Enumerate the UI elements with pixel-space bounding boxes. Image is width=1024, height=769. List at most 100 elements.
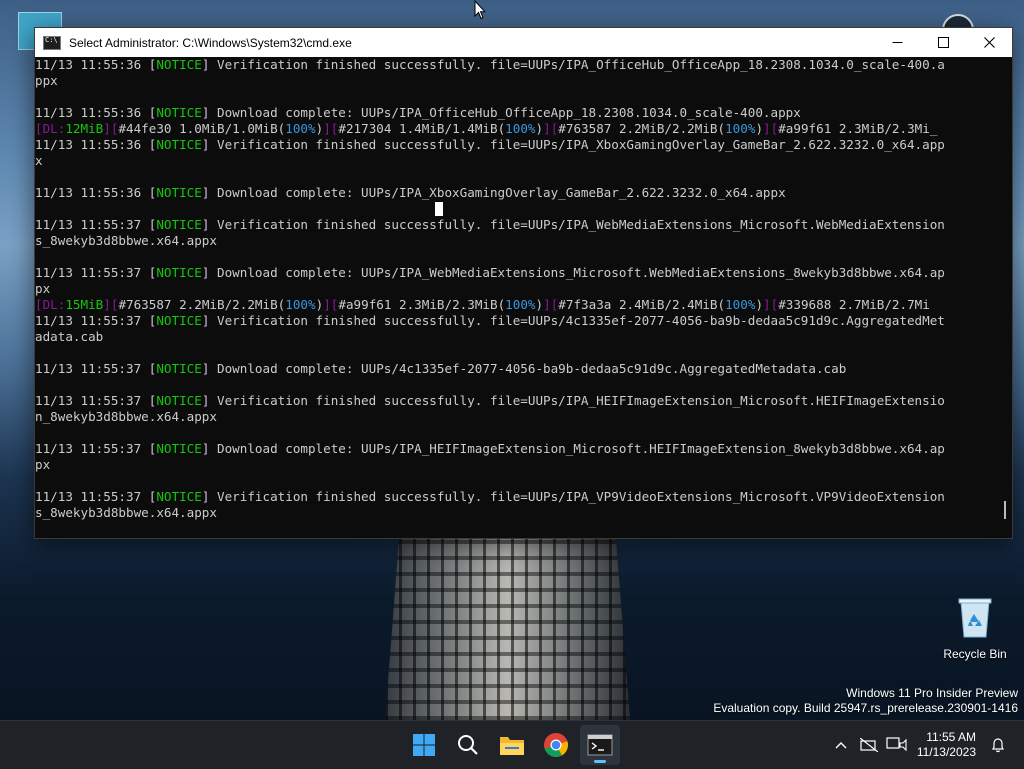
- console-line: px: [35, 281, 1012, 297]
- clock-date: 11/13/2023: [916, 745, 976, 759]
- console-text: #763587 2.2MiB/2.2MiB(: [118, 297, 286, 312]
- console-text: adata.cab: [35, 329, 104, 344]
- console-text: #a99f61 2.3MiB/2.3Mi_: [778, 121, 938, 136]
- console-text: NOTICE: [156, 137, 202, 152]
- console-text: px: [35, 281, 51, 296]
- window-controls: [874, 28, 1012, 57]
- console-text: ][: [323, 297, 339, 312]
- console-text: 11/13 11:55:37 [: [35, 441, 157, 456]
- console-text: NOTICE: [156, 441, 202, 456]
- title-bar[interactable]: Select Administrator: C:\Windows\System3…: [35, 28, 1012, 57]
- console-text: NOTICE: [156, 105, 202, 120]
- network-button[interactable]: [855, 731, 883, 759]
- show-hidden-icons-button[interactable]: [827, 731, 855, 759]
- console-text: 100%: [285, 297, 316, 312]
- console-line: 11/13 11:55:37 [NOTICE] Verification fin…: [35, 217, 1012, 233]
- watermark-build: Evaluation copy. Build 25947.rs_prerelea…: [713, 701, 1018, 715]
- cmd-window[interactable]: Select Administrator: C:\Windows\System3…: [34, 27, 1013, 539]
- console-line: 11/13 11:55:37 [NOTICE] Verification fin…: [35, 489, 1012, 505]
- console-text: ][: [543, 121, 559, 136]
- console-line: ppx: [35, 73, 1012, 89]
- terminal-button[interactable]: [580, 725, 620, 765]
- watermark-edition: Windows 11 Pro Insider Preview: [846, 686, 1018, 700]
- console-text: NOTICE: [156, 393, 202, 408]
- chrome-button[interactable]: [536, 725, 576, 765]
- search-button[interactable]: [448, 725, 488, 765]
- console-line: 11/13 11:55:37 [NOTICE] Download complet…: [35, 441, 1012, 457]
- console-text: NOTICE: [156, 361, 202, 376]
- console-output[interactable]: 11/13 11:55:36 [NOTICE] Verification fin…: [35, 57, 1012, 538]
- console-text: px: [35, 457, 51, 472]
- console-text: 11/13 11:55:36 [: [35, 105, 157, 120]
- console-text: ] Verification finished successfully. fi…: [201, 393, 945, 408]
- cmd-icon: [587, 734, 613, 756]
- recycle-bin-label: Recycle Bin: [943, 647, 1007, 661]
- console-text: DL:: [42, 121, 66, 136]
- console-text: s_8wekyb3d8bbwe.x64.appx: [35, 505, 217, 520]
- evaluation-watermark: Windows 11 Pro Insider Preview Evaluatio…: [713, 686, 1018, 716]
- console-text: 11/13 11:55:37 [: [35, 265, 157, 280]
- recycle-bin-shortcut[interactable]: Recycle Bin: [938, 596, 1012, 661]
- system-tray: 11:55 AM 11/13/2023: [827, 721, 1024, 769]
- console-text: ): [535, 121, 544, 136]
- console-text: ): [535, 297, 544, 312]
- console-text: #339688 2.7MiB/2.7Mi: [778, 297, 930, 312]
- console-text: n_8wekyb3d8bbwe.x64.appx: [35, 409, 217, 424]
- console-line: 11/13 11:55:37 [NOTICE] Download complet…: [35, 265, 1012, 281]
- start-button[interactable]: [404, 725, 444, 765]
- console-text: ] Download complete: UUPs/IPA_HEIFImageE…: [201, 441, 945, 456]
- network-disconnected-icon: [859, 738, 878, 752]
- console-text: 11/13 11:55:37 [: [35, 217, 157, 232]
- console-text: ][: [323, 121, 339, 136]
- console-text: ppx: [35, 73, 58, 88]
- console-text: DL:: [42, 297, 66, 312]
- console-text: s_8wekyb3d8bbwe.x64.appx: [35, 233, 217, 248]
- minimize-button[interactable]: [874, 28, 920, 57]
- console-text: ][: [543, 297, 559, 312]
- console-text: [: [35, 121, 43, 136]
- console-line: x: [35, 153, 1012, 169]
- console-line: s_8wekyb3d8bbwe.x64.appx: [35, 233, 1012, 249]
- console-text: ][: [103, 297, 119, 312]
- console-line: px: [35, 457, 1012, 473]
- chevron-up-icon: [835, 742, 847, 749]
- console-text: ] Download complete: UUPs/IPA_XboxGaming…: [201, 185, 786, 200]
- console-text: ] Download complete: UUPs/IPA_WebMediaEx…: [201, 265, 945, 280]
- notifications-button[interactable]: [984, 731, 1012, 759]
- close-button[interactable]: [966, 28, 1012, 57]
- console-text: 15MiB: [65, 297, 104, 312]
- console-text: NOTICE: [156, 217, 202, 232]
- clock[interactable]: 11:55 AM 11/13/2023: [917, 730, 976, 760]
- console-text: ] Download complete: UUPs/4c1335ef-2077-…: [201, 361, 847, 376]
- console-text: NOTICE: [156, 185, 202, 200]
- search-icon: [458, 735, 478, 755]
- cmd-icon: [43, 35, 61, 50]
- console-text: x: [35, 153, 43, 168]
- volume-button[interactable]: [883, 731, 911, 759]
- file-explorer-button[interactable]: [492, 725, 532, 765]
- console-text: NOTICE: [156, 489, 202, 504]
- console-text: 11/13 11:55:36 [: [35, 57, 157, 72]
- text-cursor: [435, 202, 443, 216]
- console-text: ): [755, 297, 764, 312]
- console-text: ] Verification finished successfully. fi…: [201, 137, 945, 152]
- console-text: 11/13 11:55:36 [: [35, 137, 157, 152]
- console-text: ] Verification finished successfully. fi…: [201, 217, 945, 232]
- console-text: ] Verification finished successfully. fi…: [201, 313, 945, 328]
- console-text: ][: [103, 121, 119, 136]
- scrollbar-thumb[interactable]: [1004, 501, 1006, 519]
- bell-icon: [992, 738, 1004, 753]
- console-text: ][: [763, 121, 779, 136]
- chrome-icon: [544, 733, 568, 757]
- close-icon: [983, 37, 995, 48]
- console-text: 11/13 11:55:37 [: [35, 361, 157, 376]
- maximize-button[interactable]: [920, 28, 966, 57]
- console-text: 11/13 11:55:37 [: [35, 489, 157, 504]
- console-text: #763587 2.2MiB/2.2MiB(: [558, 121, 726, 136]
- console-text: 11/13 11:55:37 [: [35, 313, 157, 328]
